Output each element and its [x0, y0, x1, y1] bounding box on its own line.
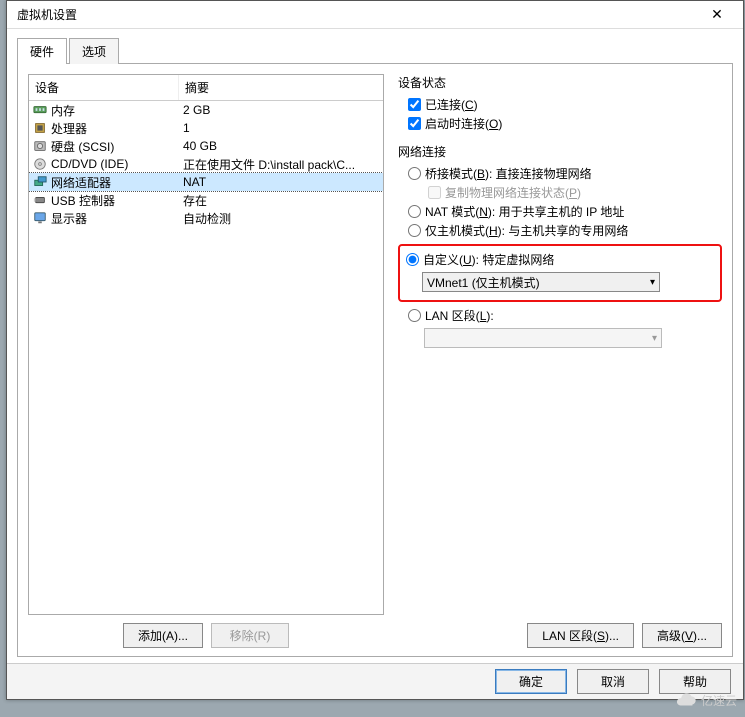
device-row[interactable]: 处理器1	[29, 119, 383, 137]
device-name: 网络适配器	[49, 174, 179, 191]
connected-label[interactable]: 已连接(C)	[425, 96, 478, 113]
dialog-body: 硬件 选项 设备 摘要 内存2 GB处理器1硬盘 (SCSI)40 GBCD/D…	[7, 29, 743, 663]
left-pane: 设备 摘要 内存2 GB处理器1硬盘 (SCSI)40 GBCD/DVD (ID…	[28, 74, 384, 648]
lanseg-radio[interactable]	[408, 309, 421, 322]
cloud-icon	[675, 689, 697, 711]
tab-options[interactable]: 选项	[69, 38, 119, 64]
device-row[interactable]: 硬盘 (SCSI)40 GB	[29, 137, 383, 155]
cd-icon	[31, 157, 49, 171]
display-icon	[31, 211, 49, 225]
custom-label[interactable]: 自定义(U): 特定虚拟网络	[423, 251, 554, 268]
custom-radio[interactable]	[406, 253, 419, 266]
lanseg-dropdown: ▾	[424, 328, 662, 348]
device-row[interactable]: USB 控制器存在	[29, 191, 383, 209]
right-pane: 设备状态 已连接(C) 启动时连接(O) 网络连接 桥接模式(B): 直接连接物	[398, 74, 722, 648]
custom-vmnet-value: VMnet1 (仅主机模式)	[427, 274, 540, 291]
watermark: 亿速云	[675, 689, 737, 711]
device-list-body: 内存2 GB处理器1硬盘 (SCSI)40 GBCD/DVD (IDE)正在使用…	[29, 101, 383, 227]
custom-highlight: 自定义(U): 特定虚拟网络 VMnet1 (仅主机模式) ▾	[398, 244, 722, 302]
device-row[interactable]: 显示器自动检测	[29, 209, 383, 227]
device-summary: NAT	[179, 175, 381, 189]
bridged-label[interactable]: 桥接模式(B): 直接连接物理网络	[425, 165, 592, 182]
custom-vmnet-dropdown[interactable]: VMnet1 (仅主机模式) ▾	[422, 272, 660, 292]
connect-poweron-check-row: 启动时连接(O)	[398, 114, 722, 133]
left-buttons: 添加(A)... 移除(R)	[28, 615, 384, 648]
connected-check-row: 已连接(C)	[398, 95, 722, 114]
connected-checkbox[interactable]	[408, 98, 421, 111]
remove-button: 移除(R)	[211, 623, 289, 648]
device-name: 显示器	[49, 210, 179, 227]
device-row[interactable]: 网络适配器NAT	[29, 173, 383, 191]
window-title: 虚拟机设置	[17, 6, 697, 23]
tab-strip: 硬件 选项	[17, 37, 733, 64]
disk-icon	[31, 139, 49, 153]
tab-panel: 设备 摘要 内存2 GB处理器1硬盘 (SCSI)40 GBCD/DVD (ID…	[17, 64, 733, 657]
advanced-button[interactable]: 高级(V)...	[642, 623, 722, 648]
nat-radio[interactable]	[408, 205, 421, 218]
col-summary[interactable]: 摘要	[179, 75, 383, 100]
device-name: 硬盘 (SCSI)	[49, 138, 179, 155]
nat-row: NAT 模式(N): 用于共享主机的 IP 地址	[398, 202, 722, 221]
device-summary: 存在	[179, 192, 381, 209]
ok-button[interactable]: 确定	[495, 669, 567, 694]
device-status-group: 设备状态 已连接(C) 启动时连接(O)	[398, 74, 722, 133]
device-name: 处理器	[49, 120, 179, 137]
device-list[interactable]: 设备 摘要 内存2 GB处理器1硬盘 (SCSI)40 GBCD/DVD (ID…	[28, 74, 384, 615]
cancel-button[interactable]: 取消	[577, 669, 649, 694]
chevron-down-icon: ▾	[650, 277, 655, 288]
hostonly-row: 仅主机模式(H): 与主机共享的专用网络	[398, 221, 722, 240]
memory-icon	[31, 103, 49, 117]
right-buttons: LAN 区段(S)... 高级(V)...	[398, 615, 722, 648]
cpu-icon	[31, 121, 49, 135]
lanseg-label[interactable]: LAN 区段(L):	[425, 307, 494, 324]
device-summary: 正在使用文件 D:\install pack\C...	[179, 156, 381, 173]
replicate-checkbox	[428, 186, 441, 199]
connect-poweron-checkbox[interactable]	[408, 117, 421, 130]
device-summary: 2 GB	[179, 103, 381, 117]
vm-settings-dialog: 虚拟机设置 ✕ 硬件 选项 设备 摘要 内存2 GB处理器1硬盘 (SCSI)4…	[6, 0, 744, 700]
add-button[interactable]: 添加(A)...	[123, 623, 203, 648]
bridged-row: 桥接模式(B): 直接连接物理网络	[398, 164, 722, 183]
device-status-title: 设备状态	[398, 74, 722, 91]
usb-icon	[31, 193, 49, 207]
close-button[interactable]: ✕	[697, 3, 737, 27]
dialog-footer: 确定 取消 帮助	[7, 663, 743, 699]
device-row[interactable]: CD/DVD (IDE)正在使用文件 D:\install pack\C...	[29, 155, 383, 173]
net-icon	[31, 175, 49, 189]
connect-poweron-label[interactable]: 启动时连接(O)	[425, 115, 502, 132]
nat-label[interactable]: NAT 模式(N): 用于共享主机的 IP 地址	[425, 203, 624, 220]
hostonly-radio[interactable]	[408, 224, 421, 237]
titlebar: 虚拟机设置 ✕	[7, 1, 743, 29]
replicate-row: 复制物理网络连接状态(P)	[398, 183, 722, 202]
custom-row: 自定义(U): 特定虚拟网络	[406, 250, 714, 269]
device-name: 内存	[49, 102, 179, 119]
device-list-header: 设备 摘要	[29, 75, 383, 101]
device-summary: 自动检测	[179, 210, 381, 227]
lan-segments-button[interactable]: LAN 区段(S)...	[527, 623, 634, 648]
network-connection-group: 网络连接 桥接模式(B): 直接连接物理网络 复制物理网络连接状态(P) NAT…	[398, 143, 722, 348]
chevron-down-icon: ▾	[652, 333, 657, 344]
bridged-radio[interactable]	[408, 167, 421, 180]
device-row[interactable]: 内存2 GB	[29, 101, 383, 119]
col-device[interactable]: 设备	[29, 75, 179, 100]
tab-hardware[interactable]: 硬件	[17, 38, 67, 64]
network-connection-title: 网络连接	[398, 143, 722, 160]
replicate-label: 复制物理网络连接状态(P)	[445, 184, 581, 201]
device-name: USB 控制器	[49, 192, 179, 209]
device-summary: 40 GB	[179, 139, 381, 153]
device-name: CD/DVD (IDE)	[49, 157, 179, 171]
lanseg-row: LAN 区段(L):	[398, 306, 722, 325]
hostonly-label[interactable]: 仅主机模式(H): 与主机共享的专用网络	[425, 222, 628, 239]
device-summary: 1	[179, 121, 381, 135]
